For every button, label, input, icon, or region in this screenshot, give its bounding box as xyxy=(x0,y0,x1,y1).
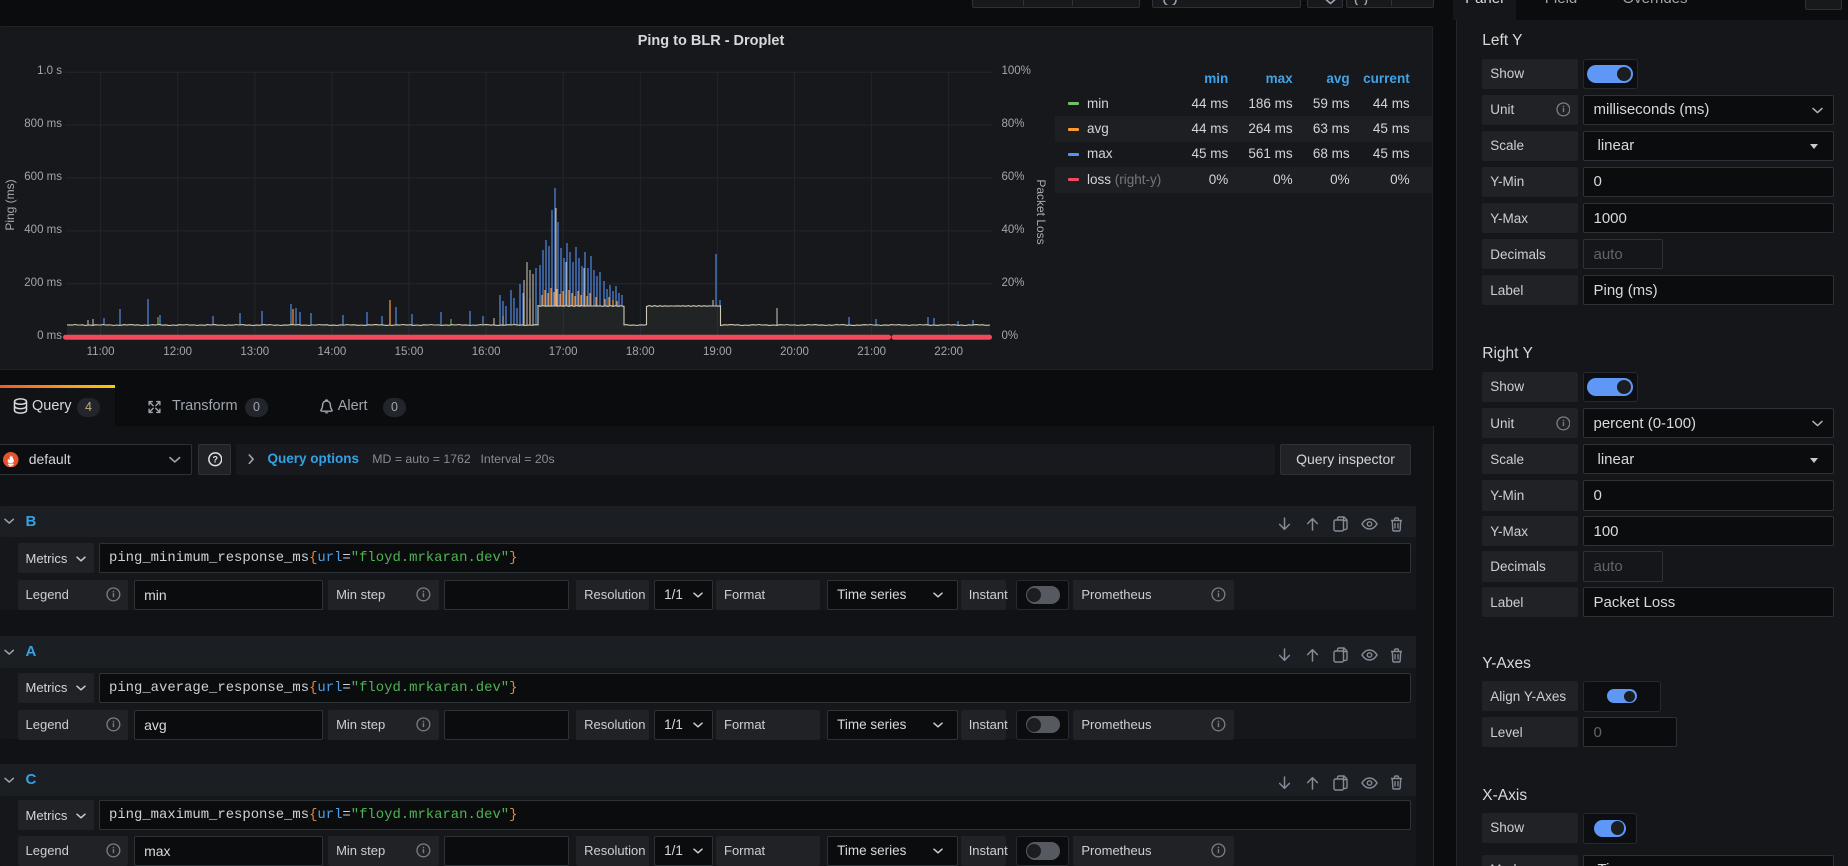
svg-text:?: ? xyxy=(212,455,218,465)
